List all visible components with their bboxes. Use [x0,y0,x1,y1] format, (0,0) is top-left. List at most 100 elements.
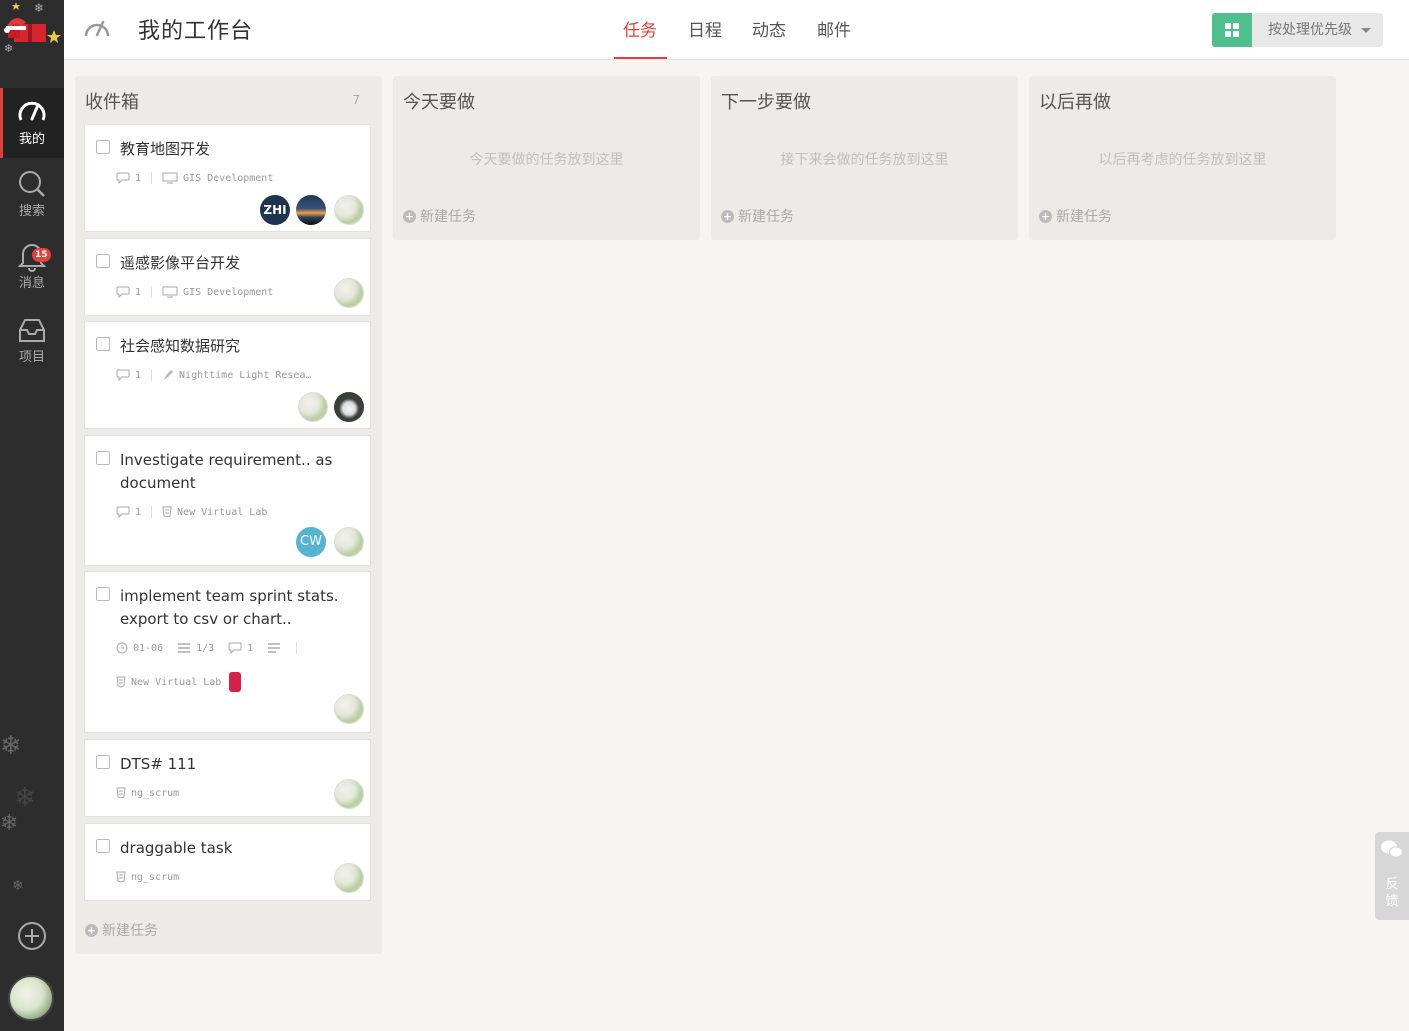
tab-schedule[interactable]: 日程 [688,16,722,41]
task-meta: 1 GIS Development [116,286,273,298]
nav-projects-label: 项目 [18,350,45,365]
html5-icon [116,676,126,688]
due-date: 01-06 [133,643,164,654]
checklist-progress: 1/3 [196,643,215,654]
checklist-icon [178,643,191,653]
task-card[interactable]: Investigate requirement.. as document 1 N… [84,435,371,566]
sidebar: ❄ ❄ 我的 搜索 15 消息 项目 ❄ ❄ ❄ ❄ [0,0,64,1031]
grid-icon [1225,23,1239,37]
user-avatar[interactable] [8,975,54,1021]
plus-circle-icon: + [403,210,416,223]
nav-projects[interactable]: 项目 [0,306,64,376]
member-avatar[interactable] [334,278,364,308]
top-header: 我的工作台 任务 日程 动态 邮件 按处理优先级 [64,0,1409,60]
project-name: ng_scrum [131,872,180,883]
svg-text:❄: ❄ [4,42,13,55]
column-next: 下一步要做 接下来会做的任务放到这里 + 新建任务 [711,76,1018,240]
plus-circle-icon: + [85,924,98,937]
nav-my[interactable]: 我的 [0,88,64,158]
comment-count: 1 [135,173,142,184]
html5-icon [116,871,126,883]
comment-icon [116,369,130,381]
column-title: 今天要做 [403,92,475,113]
member-avatar[interactable]: ZHI [260,195,290,225]
member-avatar[interactable] [334,195,364,225]
message-count-badge: 15 [32,248,51,262]
comment-count: 1 [135,370,142,381]
comment-icon [116,506,130,518]
column-placeholder: 今天要做的任务放到这里 [469,152,624,168]
task-card[interactable]: implement team sprint stats. export to c… [84,571,371,733]
new-task-label: 新建任务 [1056,209,1112,225]
task-title: 教育地图开发 [120,140,211,158]
new-task-label: 新建任务 [102,923,158,939]
task-card[interactable]: draggable task ng_scrum [84,823,371,901]
pen-icon [164,370,174,380]
column-title: 下一步要做 [721,92,811,113]
comment-count: 1 [247,643,254,654]
member-avatar[interactable] [334,392,364,422]
project-name: GIS Development [183,173,274,184]
gift-logo-icon: ❄ ❄ [4,1,61,55]
priority-tag [229,672,242,692]
active-tab-indicator [614,57,667,59]
task-checkbox[interactable] [96,254,110,268]
column-later: 以后再做 以后再考虑的任务放到这里 + 新建任务 [1029,76,1336,240]
christmas-logo[interactable]: ❄ ❄ [0,0,64,60]
nav-messages[interactable]: 15 消息 [0,232,64,302]
comment-icon [116,172,130,184]
new-task-label: 新建任务 [420,209,476,225]
member-avatar[interactable] [334,779,364,809]
column-inbox: 收件箱 7 教育地图开发 1 GIS Development ZHI 遥感影像平台… [75,76,382,954]
task-checkbox[interactable] [96,587,110,601]
new-task-button[interactable]: + 新建任务 [85,920,158,940]
inbox-icon [19,319,45,342]
comment-icon [116,286,130,298]
tab-mail[interactable]: 邮件 [817,16,851,41]
monitor-icon [162,172,178,184]
task-title: DTS# 111 [120,755,197,773]
member-avatar[interactable] [298,392,328,422]
page-title: 我的工作台 [138,19,254,44]
project-name: ng_scrum [131,788,180,799]
add-circle-icon[interactable] [17,921,47,951]
member-avatar[interactable]: CW [296,527,326,557]
column-placeholder: 以后再考虑的任务放到这里 [1098,152,1267,168]
nav-search[interactable]: 搜索 [0,160,64,230]
column-today: 今天要做 今天要做的任务放到这里 + 新建任务 [393,76,700,240]
clock-icon [116,642,128,654]
task-card[interactable]: DTS# 111 ng_scrum [84,739,371,817]
task-checkbox[interactable] [96,839,110,853]
plus-circle-icon: + [721,210,734,223]
task-checkbox[interactable] [96,140,110,154]
member-avatar[interactable] [334,527,364,557]
task-meta: ng_scrum [116,871,179,883]
new-task-button[interactable]: + 新建任务 [721,206,794,226]
task-meta: 01-06 1/3 1 [116,642,307,654]
new-task-button[interactable]: + 新建任务 [403,206,476,226]
task-card[interactable]: 社会感知数据研究 1 Nighttime Light Resea… [84,321,371,429]
task-card[interactable]: 教育地图开发 1 GIS Development ZHI [84,124,371,232]
html5-icon [116,787,126,799]
project-name: New Virtual Lab [177,507,268,518]
feedback-button[interactable]: 反馈 [1375,832,1409,920]
new-task-button[interactable]: + 新建任务 [1039,206,1112,226]
tab-activity[interactable]: 动态 [752,16,786,41]
feedback-label: 反馈 [1385,877,1399,909]
sort-dropdown[interactable]: 按处理优先级 [1252,13,1383,47]
member-avatar[interactable] [334,694,364,724]
comment-count: 1 [135,287,142,298]
task-checkbox[interactable] [96,451,110,465]
snowflake-icon: ❄ [14,783,36,813]
task-meta: 1 GIS Development [116,172,273,184]
task-checkbox[interactable] [96,337,110,351]
project-name: Nighttime Light Resea… [179,370,312,381]
member-avatar[interactable] [296,195,326,225]
board-view-button[interactable] [1212,13,1252,47]
task-title: Investigate requirement.. as document [120,451,333,492]
task-meta: ng_scrum [116,787,179,799]
tab-tasks[interactable]: 任务 [623,16,657,41]
member-avatar[interactable] [334,863,364,893]
task-checkbox[interactable] [96,755,110,769]
task-card[interactable]: 遥感影像平台开发 1 GIS Development [84,238,371,316]
